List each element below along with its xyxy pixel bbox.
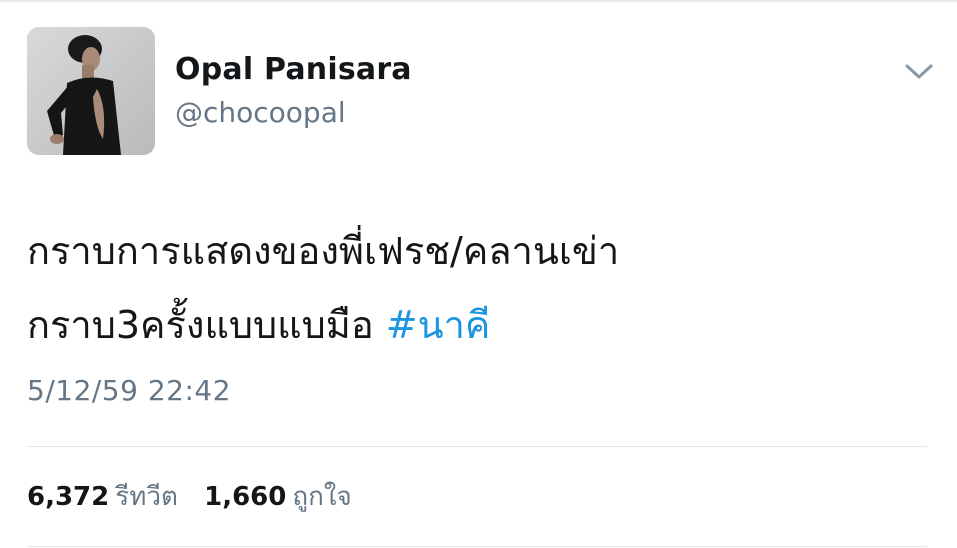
avatar-photo	[27, 27, 155, 155]
likes-stat[interactable]: 1,660 ถูกใจ	[204, 476, 352, 517]
tweet-stats: 6,372 รีทวีต 1,660 ถูกใจ	[27, 476, 370, 517]
divider	[27, 546, 927, 547]
tweet-text-segment: กราบ3ครั้งแบบแบมือ	[27, 303, 374, 347]
tweet-text-line: กราบ3ครั้งแบบแบมือ #นาคี	[27, 288, 927, 362]
top-divider	[0, 0, 957, 2]
author-handle[interactable]: @chocoopal	[175, 96, 346, 129]
tweet-timestamp[interactable]: 5/12/59 22:42	[27, 374, 231, 407]
likes-count: 1,660	[204, 482, 287, 512]
retweets-stat[interactable]: 6,372 รีทวีต	[27, 476, 178, 517]
tweet-text-line: กราบการแสดงของพี่เฟรช/คลานเข่า	[27, 229, 620, 273]
hashtag-link[interactable]: #นาคี	[386, 303, 491, 347]
divider	[27, 446, 927, 447]
retweets-count: 6,372	[27, 482, 110, 512]
tweet-text: กราบการแสดงของพี่เฟรช/คลานเข่า กราบ3ครั้…	[27, 214, 927, 362]
tweet-card: Opal Panisara @chocoopal กราบการแสดงของพ…	[0, 0, 957, 548]
likes-label: ถูกใจ	[292, 482, 352, 512]
author-display-name[interactable]: Opal Panisara	[175, 52, 412, 87]
retweets-label: รีทวีต	[115, 482, 178, 512]
avatar[interactable]	[27, 27, 155, 155]
chevron-down-icon[interactable]	[904, 60, 934, 84]
